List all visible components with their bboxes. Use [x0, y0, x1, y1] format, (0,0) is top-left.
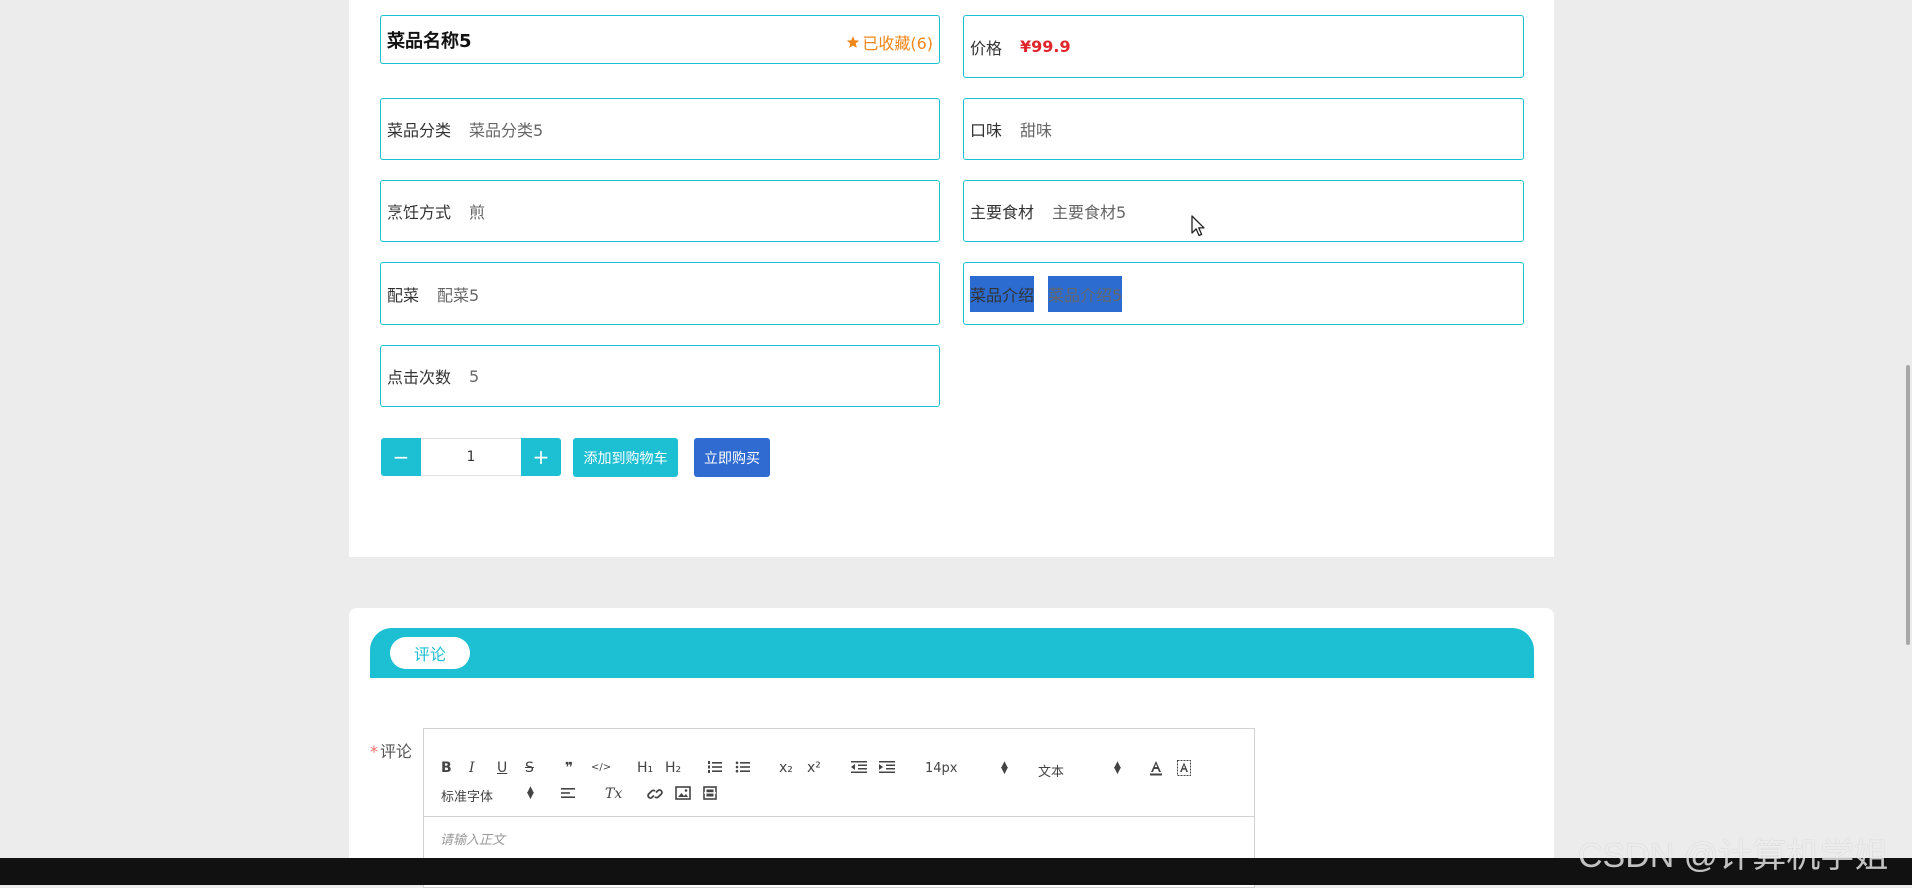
- bold-button[interactable]: B: [441, 760, 452, 776]
- field-main-ingredient: 主要食材 主要食材5: [963, 180, 1524, 242]
- outdent-icon[interactable]: [851, 760, 867, 774]
- code-button[interactable]: </>: [591, 762, 611, 773]
- mouse-cursor-icon: [1191, 215, 1205, 237]
- scrollbar-thumb[interactable]: [1906, 365, 1910, 645]
- decrease-button[interactable]: −: [381, 438, 421, 476]
- heading1-button[interactable]: H₁: [637, 760, 653, 776]
- field-side-dish: 配菜 配菜5: [380, 262, 940, 325]
- field-label: 配菜: [387, 285, 420, 305]
- select-arrow-icon: ▲ ▼: [1001, 760, 1008, 776]
- field-value: 甜味: [1020, 121, 1053, 140]
- product-name: 菜品名称5: [387, 30, 472, 52]
- field-label: 口味: [970, 121, 1003, 140]
- field-value: 主要食材5: [1052, 203, 1127, 222]
- editor-toolbar: B I U S ❞ </> H₁ H₂ x₂ x² 14px ▲ ▼ 文本 ▲ ▼: [424, 751, 1254, 817]
- favorite-button[interactable]: 已收藏(6): [846, 30, 933, 54]
- link-icon[interactable]: [647, 786, 663, 802]
- star-icon: [847, 36, 860, 48]
- select-arrow-icon: ▲ ▼: [527, 785, 534, 801]
- font-color-icon[interactable]: [1149, 760, 1163, 776]
- field-value: 配菜5: [437, 285, 480, 305]
- quote-button[interactable]: ❞: [565, 760, 573, 776]
- product-name-box: 菜品名称5 已收藏(6): [380, 15, 940, 64]
- editor-placeholder[interactable]: 请输入正文: [440, 829, 505, 848]
- price-box: 价格 ¥99.9: [963, 15, 1524, 78]
- field-label: 烹饪方式: [387, 203, 452, 222]
- italic-button[interactable]: I: [469, 760, 475, 776]
- field-description: 菜品介绍 菜品介绍5: [963, 262, 1524, 325]
- image-icon[interactable]: [675, 786, 691, 800]
- field-category: 菜品分类 菜品分类5: [380, 98, 940, 160]
- quantity-stepper: − 1 +: [381, 438, 561, 476]
- quantity-input[interactable]: 1: [421, 438, 521, 476]
- watermark-text: CSDN @计算机学姐: [1578, 837, 1889, 875]
- field-taste: 口味 甜味: [963, 98, 1524, 160]
- buy-now-button[interactable]: 立即购买: [694, 438, 770, 477]
- video-icon[interactable]: [703, 786, 717, 800]
- field-label: 主要食材: [970, 203, 1035, 222]
- subscript-button[interactable]: x₂: [779, 760, 793, 776]
- comment-label-text: 评论: [380, 742, 413, 761]
- field-value: 菜品介绍5: [1048, 275, 1123, 312]
- align-left-icon[interactable]: [561, 786, 577, 800]
- clean-format-button[interactable]: Tx: [605, 786, 622, 802]
- font-family-select[interactable]: 标准字体 ▲ ▼: [441, 785, 535, 806]
- indent-icon[interactable]: [879, 760, 895, 774]
- field-value: 煎: [469, 203, 486, 222]
- field-value: 5: [469, 366, 480, 386]
- text-type-value: 文本: [1038, 765, 1065, 780]
- underline-button[interactable]: U: [497, 760, 507, 776]
- favorite-label: 已收藏(6): [862, 34, 933, 53]
- comment-field-label: * 评论: [370, 738, 412, 762]
- increase-button[interactable]: +: [521, 438, 561, 476]
- background-color-icon[interactable]: [1177, 760, 1191, 776]
- comments-tab-bar: [370, 628, 1534, 678]
- ordered-list-icon[interactable]: [707, 760, 723, 774]
- required-mark: *: [370, 742, 378, 761]
- font-family-value: 标准字体: [441, 790, 494, 805]
- field-label: 点击次数: [387, 368, 452, 387]
- select-arrow-icon: ▲ ▼: [1114, 760, 1121, 776]
- superscript-button[interactable]: x²: [807, 760, 821, 776]
- bullet-list-icon[interactable]: [735, 760, 751, 774]
- font-size-value: 14px: [925, 761, 958, 776]
- font-size-select[interactable]: 14px ▲ ▼: [925, 760, 1009, 777]
- field-click-count: 点击次数 5: [380, 345, 940, 407]
- tab-comments[interactable]: 评论: [390, 637, 470, 669]
- price-value: ¥99.9: [1020, 37, 1071, 56]
- text-type-select[interactable]: 文本 ▲ ▼: [1038, 760, 1122, 781]
- field-label: 菜品介绍: [970, 275, 1035, 312]
- field-label: 菜品分类: [387, 121, 452, 140]
- strike-button[interactable]: S: [525, 760, 534, 776]
- heading2-button[interactable]: H₂: [665, 760, 681, 776]
- field-value: 菜品分类5: [469, 121, 544, 140]
- field-cooking-method: 烹饪方式 煎: [380, 180, 940, 242]
- price-label: 价格: [970, 38, 1003, 58]
- add-to-cart-button[interactable]: 添加到购物车: [573, 438, 678, 477]
